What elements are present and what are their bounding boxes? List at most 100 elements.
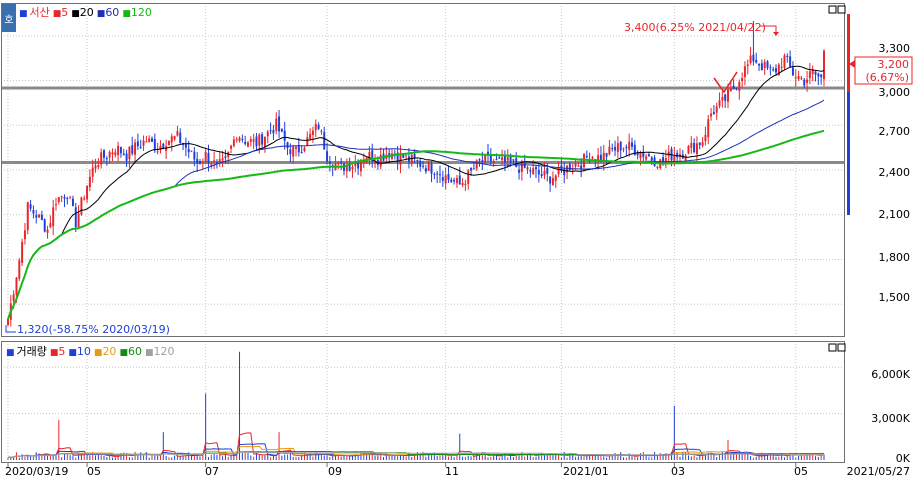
candle-body [794,77,797,79]
candle-body [131,145,134,154]
candle-body [470,167,473,171]
legend-name: 거래량 [17,345,47,358]
legend-ma10: 10 [77,345,91,358]
candle-body [506,157,509,161]
candle-body [295,146,297,149]
candle-body [21,241,24,263]
candle-body [300,152,303,154]
candle-body [755,60,758,63]
candle-body [424,168,427,172]
volume-tick: 6,000K [871,368,910,381]
candle-body [608,146,611,155]
volume-panel-frame [1,341,845,463]
x-label: 2021/01 [563,465,609,478]
candle-body [49,223,52,227]
candle-body [255,136,258,147]
candle-body [71,198,74,206]
candle-body [577,165,580,167]
price-tick: 2,100 [879,208,911,221]
candle-body [303,147,306,152]
candle-body [455,177,458,184]
candle-body [422,165,425,167]
candle-body [481,160,484,163]
candle-body [179,132,182,144]
candle-body [108,151,111,158]
candle-body [580,165,583,169]
candle-body [585,155,588,158]
candle-body [66,198,69,200]
candle-body [529,170,532,172]
candle-body [128,146,131,160]
candle-body [176,131,179,136]
candle-body [23,230,26,240]
candle-body [148,138,151,142]
candle-body [684,155,687,161]
candle-body [187,148,190,153]
candle-body [701,142,704,146]
candle-body [458,175,461,185]
candle-body [735,88,738,90]
candle-body [326,151,329,162]
candle-body [125,153,128,161]
candle-body [405,155,408,157]
candle-body [196,158,199,164]
candle-body [439,174,441,176]
candle-body [693,142,696,153]
candle-body [402,154,405,158]
x-label: 03 [671,465,685,478]
candle-body [328,161,331,164]
candle-body [83,198,86,200]
candle-body [86,185,89,200]
candle-body [817,73,820,77]
x-label: 05 [794,465,808,478]
candle-body [467,170,470,184]
price-tick: 1,800 [879,251,911,264]
candle-body [91,167,94,177]
legend-ma5: 5 [58,345,65,358]
volume-tick: 3,000K [871,412,910,425]
candle-body [80,197,83,215]
candle-body [551,178,554,185]
minimize-icon[interactable] [828,5,837,14]
candle-body [286,142,289,149]
legend-ma120-square: ■ [122,9,131,19]
candle-body [292,146,295,157]
candle-body [461,182,464,186]
candle-body [283,130,286,141]
candle-body [772,69,775,71]
candle-body [783,55,786,68]
maximize-icon[interactable] [837,5,846,14]
stock-chart: 호 ■ 서산 ■5 ■20 ■60 ■120 3,400(6.25% 2021/04/22… [1,3,913,478]
legend-ma120-square: ■ [145,348,154,358]
legend-ma5: 5 [61,6,68,19]
candle-body [252,139,255,142]
candle-body [540,174,543,176]
candle-body [235,139,238,141]
candle-body [32,210,35,214]
candle-body [204,151,207,163]
candle-body [354,163,357,167]
candle-body [450,179,453,183]
maximize-icon[interactable] [837,343,846,352]
candle-body [35,215,38,218]
candle-body [247,142,249,147]
legend-ma20: 20 [80,6,94,19]
candle-body [763,61,766,69]
candle-body [537,169,540,175]
price-tick: 1,500 [879,291,911,304]
candle-body [269,130,272,132]
candle-body [184,143,187,148]
candle-body [475,160,478,169]
candle-body [224,156,227,158]
candle-body [814,71,817,75]
candle-body [193,151,196,160]
candle-body [218,159,221,162]
candle-body [261,134,264,145]
candle-body [518,169,521,173]
candle-body [664,158,667,164]
candle-body [758,63,761,66]
candle-body [105,158,108,160]
minimize-icon[interactable] [828,343,837,352]
candle-body [280,128,283,132]
price-tick: 2,700 [879,125,911,138]
